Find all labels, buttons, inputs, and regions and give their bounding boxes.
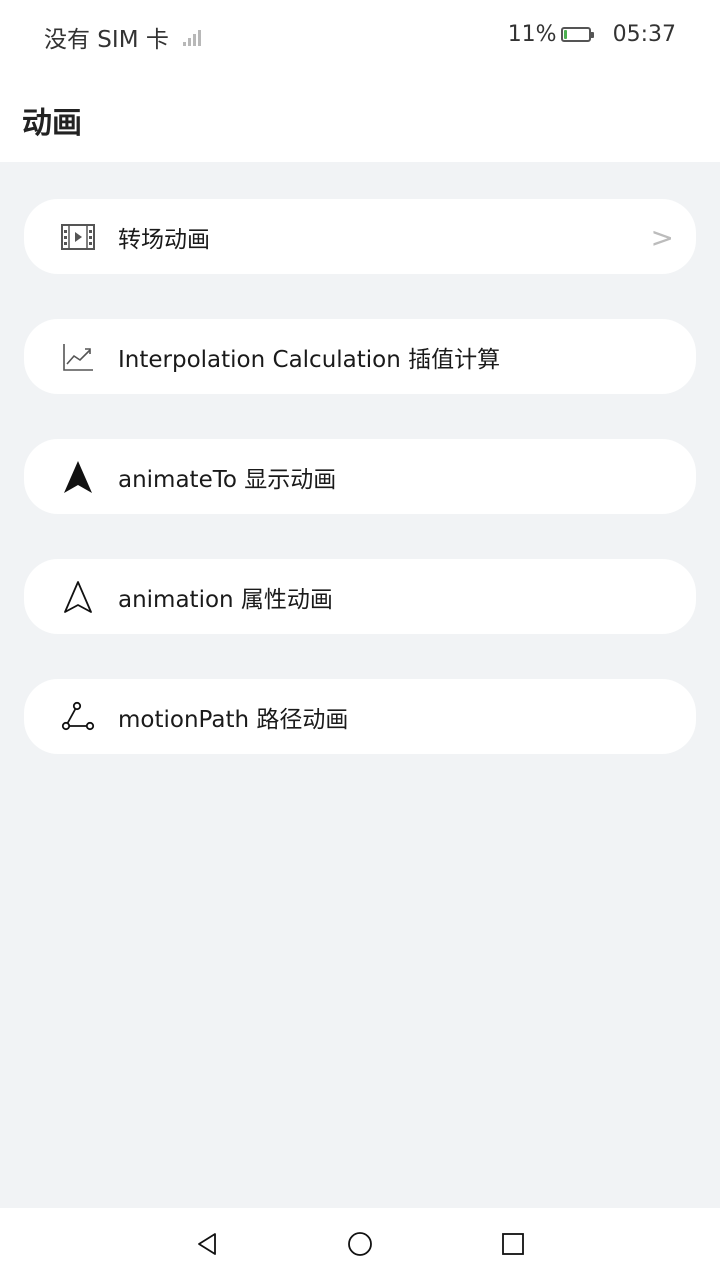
list-item-label: Interpolation Calculation 插值计算 xyxy=(118,346,501,373)
home-circle-icon xyxy=(348,1232,372,1256)
trend-chart-icon xyxy=(60,339,96,375)
list-item-motionpath[interactable]: motionPath 路径动画 xyxy=(24,679,696,754)
status-bar: 没有 SIM 卡 11% 05:37 xyxy=(0,0,720,72)
chevron-right-icon: > xyxy=(650,221,674,254)
home-button[interactable] xyxy=(346,1230,374,1258)
list-item-label: 转场动画 xyxy=(118,226,210,253)
back-button[interactable] xyxy=(193,1230,221,1258)
list-item-label: animation 属性动画 xyxy=(118,586,333,613)
path-nodes-icon xyxy=(60,699,96,735)
status-right: 11% 05:37 xyxy=(508,22,676,47)
back-triangle-icon xyxy=(198,1233,216,1255)
app-header: 动画 xyxy=(0,72,720,162)
carrier-text: 没有 SIM 卡 xyxy=(44,27,169,53)
status-left: 没有 SIM 卡 xyxy=(44,20,201,54)
list-item-interpolation[interactable]: Interpolation Calculation 插值计算 xyxy=(24,319,696,394)
battery-icon xyxy=(560,27,594,42)
page-title: 动画 xyxy=(22,106,82,141)
video-frame-icon xyxy=(60,219,96,255)
list-item-transition[interactable]: 转场动画 > xyxy=(24,199,696,274)
clock: 05:37 xyxy=(612,22,676,47)
list-item-label: animateTo 显示动画 xyxy=(118,466,337,493)
list-item-animation[interactable]: animation 属性动画 xyxy=(24,559,696,634)
recents-square-icon xyxy=(502,1233,524,1255)
list-item-animateto[interactable]: animateTo 显示动画 xyxy=(24,439,696,514)
system-navigation-bar xyxy=(0,1208,720,1280)
list-item-label: motionPath 路径动画 xyxy=(118,706,349,733)
navigation-arrow-filled-icon xyxy=(60,459,96,495)
battery-percent: 11% xyxy=(507,22,557,47)
navigation-arrow-outline-icon xyxy=(60,579,96,615)
recents-button[interactable] xyxy=(499,1230,527,1258)
signal-icon xyxy=(182,28,201,46)
main-content: 转场动画 > Interpolation Calculation 插值计算 an… xyxy=(0,162,720,1208)
